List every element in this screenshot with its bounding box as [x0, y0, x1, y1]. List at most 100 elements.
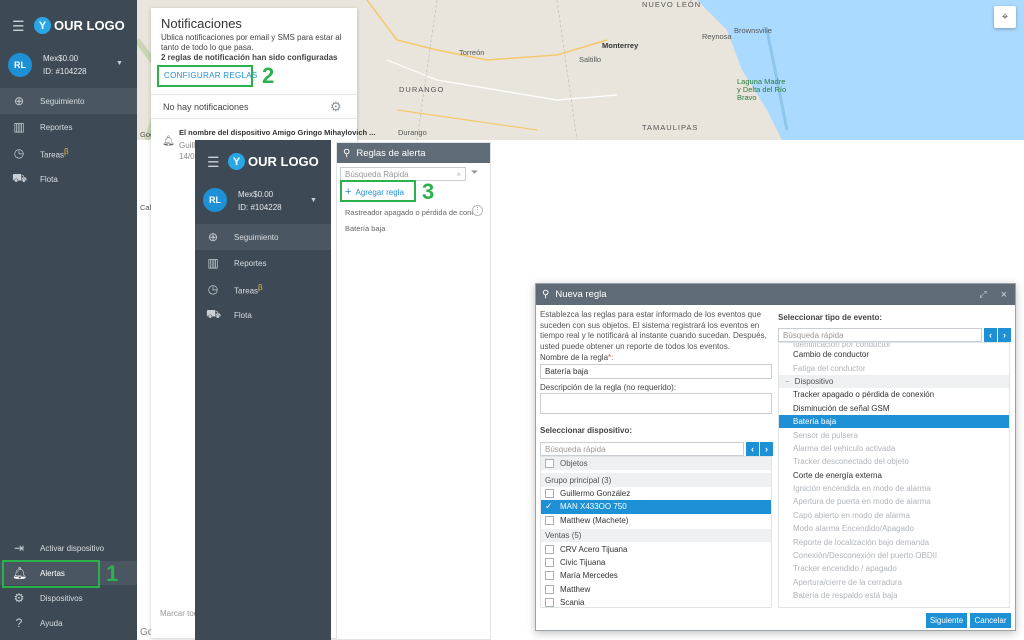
map-label: Monterrey: [602, 41, 639, 50]
account-dropdown-icon[interactable]: ▼: [310, 197, 317, 204]
event-item: Apertura/cierre de la cerradura: [793, 577, 902, 587]
gear-icon: ⚙: [13, 591, 25, 605]
new-rule-intro: Establezca las reglas para estar informa…: [540, 310, 767, 351]
chart-icon: ▥: [13, 120, 25, 134]
select-all-checkbox[interactable]: [545, 459, 554, 469]
device-checkbox[interactable]: [545, 544, 554, 554]
device-checkbox[interactable]: [545, 584, 554, 594]
alert-rules-search[interactable]: Búsqueda Rápida ×: [340, 167, 466, 181]
account-id: ID: #104228: [238, 203, 282, 212]
event-item: Alarma del vehículo activada: [793, 443, 896, 453]
menu-icon[interactable]: ☰: [12, 18, 25, 35]
highlight-configure: [157, 65, 253, 87]
device-checkbox[interactable]: [545, 515, 554, 525]
cancel-button[interactable]: Cancelar: [970, 613, 1011, 628]
check-icon[interactable]: ✓: [545, 501, 554, 512]
event-list: Identificación por conductor Cambio de c…: [778, 342, 1010, 608]
avatar[interactable]: RL: [8, 53, 32, 77]
event-search-input[interactable]: Búsqueda rápida: [778, 328, 982, 342]
rule-description-input[interactable]: [540, 393, 772, 414]
highlight-alertas: [2, 560, 100, 588]
event-item: Sensor de pulsera: [793, 430, 858, 440]
notifications-count: 2 reglas de notificación han sido config…: [161, 53, 338, 62]
event-item: Fatiga del conductor: [793, 363, 866, 373]
device-row[interactable]: Matthew: [541, 583, 771, 596]
next-button[interactable]: Siguiente: [926, 613, 967, 628]
device-row[interactable]: Scania: [541, 596, 771, 607]
event-item: Tracker desconectado del objeto: [793, 457, 909, 467]
notification-title[interactable]: El nombre del dispositivo Amigo Gringo M…: [179, 128, 375, 137]
device-checkbox[interactable]: [545, 598, 554, 607]
nav-reportes[interactable]: ▥ Reportes: [195, 250, 331, 276]
nav-tareas[interactable]: ◷ Tareasβ: [0, 140, 137, 166]
rule-menu-icon[interactable]: ⋮: [472, 205, 483, 216]
event-item[interactable]: Tracker apagado o pérdida de conexión: [779, 388, 1009, 401]
nav-activar-dispositivo[interactable]: ⇥ Activar dispositivo: [0, 536, 137, 560]
event-next-button[interactable]: ›: [998, 328, 1011, 342]
chevron-right-icon: ›: [1003, 330, 1006, 340]
device-row[interactable]: CRV Acero Tijuana: [541, 542, 771, 555]
notifications-divider: [151, 94, 357, 95]
event-prev-button[interactable]: ‹: [984, 328, 997, 342]
car-icon: ⛟: [206, 307, 222, 321]
close-icon[interactable]: ×: [1001, 289, 1007, 301]
new-rule-header: ⚲ Nueva regla ⤢ ×: [536, 284, 1015, 305]
event-item: Ignición encendida en modo de alarma: [793, 484, 931, 494]
logo-mark-icon: Y: [228, 153, 245, 170]
account-balance: Mex$0.00: [43, 54, 79, 63]
device-row[interactable]: ✓ MAN X433OO 750: [541, 500, 771, 514]
device-row[interactable]: Civic Tijuana: [541, 556, 771, 569]
crosshair-icon: ⌖: [1001, 10, 1009, 23]
event-item[interactable]: Disminución de señal GSM: [779, 402, 1009, 415]
nav-tareas[interactable]: ◷ Tareasβ: [195, 276, 331, 302]
clear-icon[interactable]: ×: [456, 170, 461, 179]
filter-icon[interactable]: ⏷: [471, 167, 478, 178]
nav-seguimiento[interactable]: ⊕ Seguimiento: [195, 224, 331, 250]
device-checkbox[interactable]: [545, 557, 554, 567]
rule-item[interactable]: Rastreador apagado o pérdida de conexión: [345, 208, 473, 217]
nav-ayuda[interactable]: ? Ayuda: [0, 611, 137, 635]
nav-seguimiento[interactable]: ⊕ Seguimiento: [0, 88, 137, 114]
notifications-title: Notificaciones: [161, 16, 242, 31]
device-prev-button[interactable]: ‹: [746, 442, 759, 456]
device-group[interactable]: Grupo principal (3): [541, 473, 771, 487]
device-row[interactable]: María Mercedes: [541, 569, 771, 582]
nav-dispositivos[interactable]: ⚙ Dispositivos: [0, 586, 137, 610]
device-row[interactable]: Matthew (Machete): [541, 514, 771, 527]
nav-reportes[interactable]: ▥ Reportes: [0, 114, 137, 140]
expand-icon[interactable]: ⤢: [979, 289, 986, 300]
device-checkbox[interactable]: [545, 488, 554, 498]
help-icon: ?: [15, 616, 23, 630]
menu-icon[interactable]: ☰: [207, 154, 220, 171]
event-item[interactable]: Cambio de conductor: [779, 348, 1009, 361]
nav-flota[interactable]: ⛟ Flota: [195, 302, 331, 328]
device-search-input[interactable]: Búsqueda rápida: [540, 442, 744, 456]
event-group[interactable]: − Dispositivo: [779, 374, 1009, 389]
notification-bell-icon: 🔔︎: [162, 136, 175, 147]
map-label: Durango: [398, 128, 427, 137]
avatar[interactable]: RL: [203, 188, 227, 212]
event-item[interactable]: Corte de energía externa: [779, 469, 1009, 482]
rule-item[interactable]: Batería baja: [345, 224, 385, 233]
device-group[interactable]: Ventas (5): [541, 528, 771, 543]
device-row[interactable]: Guillermo González: [541, 487, 771, 500]
rule-name-label: Nombre de la regla*:: [540, 353, 614, 362]
alert-rules-panel: ⚲ Reglas de alerta Búsqueda Rápida × ⏷ +…: [336, 142, 491, 640]
clock-icon: ◷: [207, 282, 219, 296]
nav-flota[interactable]: ⛟ Flota: [0, 166, 137, 192]
device-next-button[interactable]: ›: [760, 442, 773, 456]
account-dropdown-icon[interactable]: ▼: [116, 60, 123, 67]
mark-all-read-link[interactable]: Marcar tod: [160, 609, 198, 618]
chevron-right-icon: ›: [765, 444, 768, 454]
event-item-selected[interactable]: Batería baja: [779, 414, 1009, 429]
objects-header: Objetos: [541, 457, 771, 471]
event-item: Apertura de puerta en modo de alarma: [793, 497, 931, 507]
device-checkbox[interactable]: [545, 571, 554, 581]
rule-name-input[interactable]: Batería baja: [540, 364, 772, 379]
collapse-icon[interactable]: −: [785, 377, 790, 386]
map-label: Saltillo: [579, 55, 602, 64]
settings-icon[interactable]: ⚙: [330, 99, 342, 115]
account-balance: Mex$0.00: [238, 190, 274, 199]
locate-button[interactable]: ⌖: [994, 6, 1016, 28]
event-item: Tracker encendido / apagado: [793, 564, 897, 574]
